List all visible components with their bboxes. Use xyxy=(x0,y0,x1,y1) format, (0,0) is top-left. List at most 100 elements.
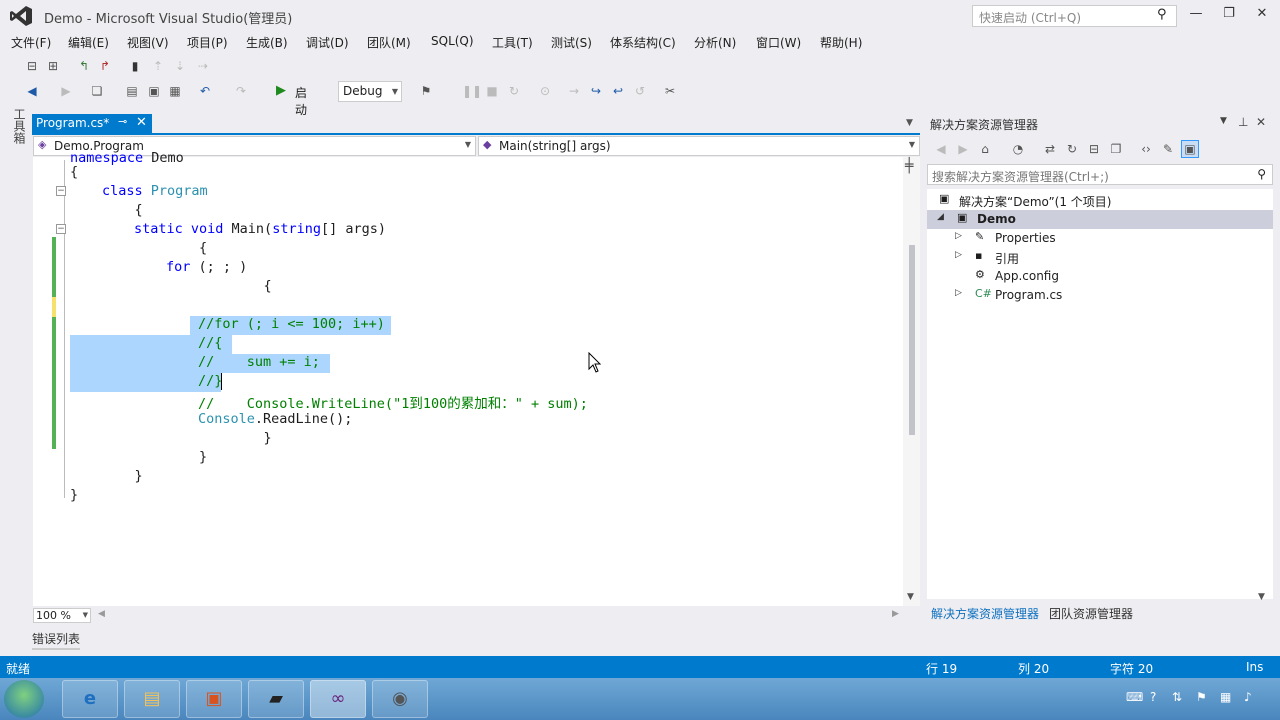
flag-icon[interactable]: ⚑ xyxy=(1196,690,1207,704)
undo-icon[interactable]: ↶ xyxy=(197,83,213,99)
sync-icon[interactable]: ⇄ xyxy=(1042,141,1058,157)
visual-studio-taskbar-icon[interactable]: ∞ xyxy=(310,680,366,718)
powerpoint-icon[interactable]: ▣ xyxy=(186,680,242,718)
close-icon[interactable]: ✕ xyxy=(136,115,147,130)
clear-bookmarks-icon[interactable]: ⇢ xyxy=(195,58,211,74)
close-window-button[interactable]: ✕ xyxy=(1252,6,1272,24)
menu-help[interactable]: 帮助(H) xyxy=(820,34,862,51)
tab-error-list[interactable]: 错误列表 xyxy=(32,630,80,647)
view-code-icon[interactable]: ‹› xyxy=(1138,141,1154,157)
tree-item-program-cs[interactable]: ▷ C# Program.cs xyxy=(927,286,1273,305)
search-icon[interactable]: ⚲ xyxy=(1157,7,1167,22)
zoom-level-select[interactable]: 100 % ▼ xyxy=(33,608,91,623)
save-icon[interactable]: ▣ xyxy=(146,83,162,99)
internet-explorer-icon[interactable]: e xyxy=(62,680,118,718)
pin-icon[interactable]: ⊸ xyxy=(118,115,127,128)
pending-changes-icon[interactable]: ◔ xyxy=(1010,141,1026,157)
menu-test[interactable]: 测试(S) xyxy=(551,34,592,51)
prev-bookmark-icon[interactable]: ⇡ xyxy=(150,58,166,74)
scroll-down-icon[interactable]: ▼ xyxy=(907,592,914,602)
restart-icon[interactable]: ↻ xyxy=(506,83,522,99)
menu-architecture[interactable]: 体系结构(C) xyxy=(610,34,676,51)
tree-item-properties[interactable]: ▷ ✎ Properties xyxy=(927,229,1273,248)
split-window-icon[interactable]: ╪ xyxy=(905,158,913,174)
breakpoints-icon[interactable]: ✂ xyxy=(662,83,678,99)
bookmark-icon[interactable]: ▮ xyxy=(127,58,143,74)
comment-icon[interactable]: ↰ xyxy=(76,58,92,74)
menu-tools[interactable]: 工具(T) xyxy=(492,34,533,51)
pin-icon[interactable]: ⊥ xyxy=(1238,115,1248,129)
quick-launch-input[interactable]: 快速启动 (Ctrl+Q) xyxy=(972,5,1177,27)
back-icon[interactable]: ◀ xyxy=(933,141,949,157)
panel-dropdown-icon[interactable]: ▼ xyxy=(1220,116,1227,126)
camtasia-icon[interactable]: ▰ xyxy=(248,680,304,718)
collapsed-arrow-icon[interactable]: ▷ xyxy=(955,250,962,260)
solution-search-input[interactable]: 搜索解决方案资源管理器(Ctrl+;) ⚲ xyxy=(927,164,1273,185)
search-icon[interactable]: ⚲ xyxy=(1257,167,1266,181)
show-next-statement-icon[interactable]: ⊙ xyxy=(537,83,553,99)
file-explorer-icon[interactable]: ▤ xyxy=(124,680,180,718)
refresh-icon[interactable]: ↺ xyxy=(632,83,648,99)
menu-view[interactable]: 视图(V) xyxy=(127,34,169,51)
menu-project[interactable]: 项目(P) xyxy=(187,34,228,51)
expanded-arrow-icon[interactable]: ◢ xyxy=(937,212,944,222)
menu-sql[interactable]: SQL(Q) xyxy=(431,34,474,48)
collapsed-arrow-icon[interactable]: ▷ xyxy=(955,231,962,241)
solution-configuration-select[interactable]: Debug ▼ xyxy=(338,81,402,102)
member-navigation-dropdown[interactable]: ◆ Main(string[] args) ▼ xyxy=(478,136,920,156)
format-icon[interactable]: ⊞ xyxy=(45,58,61,74)
new-project-icon[interactable]: ❏ xyxy=(89,83,105,99)
scroll-down-icon[interactable]: ▼ xyxy=(1258,592,1265,602)
tab-overflow-chevron-icon[interactable]: ▼ xyxy=(906,118,913,128)
step-into-icon[interactable]: → xyxy=(566,83,582,99)
tab-program-cs[interactable]: Program.cs* ⊸ ✕ xyxy=(32,114,152,133)
preview-icon[interactable]: ▣ xyxy=(1181,140,1199,158)
scrollbar-thumb[interactable] xyxy=(909,245,915,435)
refresh-icon[interactable]: ↻ xyxy=(1064,141,1080,157)
stop-icon[interactable]: ■ xyxy=(484,83,500,99)
menu-file[interactable]: 文件(F) xyxy=(11,34,51,51)
uncomment-icon[interactable]: ↱ xyxy=(97,58,113,74)
tree-item-project[interactable]: ◢ ▣ Demo xyxy=(927,210,1273,229)
tab-team-explorer[interactable]: 团队资源管理器 xyxy=(1049,605,1133,622)
help-icon[interactable]: ? xyxy=(1150,690,1156,704)
menu-debug[interactable]: 调试(D) xyxy=(306,34,349,51)
recorder-icon[interactable]: ◉ xyxy=(372,680,428,718)
menu-analyze[interactable]: 分析(N) xyxy=(694,34,736,51)
tree-item-references[interactable]: ▷ ▪ 引用 xyxy=(927,248,1273,267)
menu-team[interactable]: 团队(M) xyxy=(367,34,411,51)
minimize-button[interactable]: — xyxy=(1186,6,1206,24)
maximize-button[interactable]: ❐ xyxy=(1219,6,1239,24)
windows-start-icon[interactable] xyxy=(4,680,44,718)
menu-build[interactable]: 生成(B) xyxy=(246,34,288,51)
step-over-icon[interactable]: ↪ xyxy=(588,83,604,99)
forward-icon[interactable]: ▶ xyxy=(58,83,74,99)
scroll-left-icon[interactable]: ◀ xyxy=(98,609,105,619)
collapsed-arrow-icon[interactable]: ▷ xyxy=(955,288,962,298)
forward-icon[interactable]: ▶ xyxy=(955,141,971,157)
tree-item-solution[interactable]: ▣ 解决方案“Demo”(1 个项目) xyxy=(927,191,1273,210)
toolbox-strip[interactable]: 工具箱 xyxy=(8,108,28,158)
scroll-right-icon[interactable]: ▶ xyxy=(892,609,899,619)
next-bookmark-icon[interactable]: ⇣ xyxy=(172,58,188,74)
properties-icon[interactable]: ✎ xyxy=(1160,141,1176,157)
close-icon[interactable]: ✕ xyxy=(1256,115,1266,129)
menu-edit[interactable]: 编辑(E) xyxy=(68,34,109,51)
tab-solution-explorer[interactable]: 解决方案资源管理器 xyxy=(931,605,1039,622)
collapse-icon[interactable]: − xyxy=(56,224,66,234)
network-icon[interactable]: ▦ xyxy=(1220,690,1231,704)
volume-icon[interactable]: ♪ xyxy=(1244,690,1252,704)
align-icon[interactable]: ⊟ xyxy=(24,58,40,74)
redo-icon[interactable]: ↷ xyxy=(233,83,249,99)
step-out-icon[interactable]: ↩ xyxy=(610,83,626,99)
open-file-icon[interactable]: ▤ xyxy=(124,83,140,99)
pause-icon[interactable]: ❚❚ xyxy=(462,83,482,99)
collapse-all-icon[interactable]: ⊟ xyxy=(1086,141,1102,157)
attach-process-icon[interactable]: ⚑ xyxy=(418,83,434,99)
back-icon[interactable]: ◀ xyxy=(24,83,40,99)
editor-vertical-scrollbar[interactable] xyxy=(903,157,920,606)
show-all-files-icon[interactable]: ❐ xyxy=(1108,141,1124,157)
keyboard-icon[interactable]: ⌨ xyxy=(1126,690,1143,704)
tree-item-app-config[interactable]: ⚙ App.config xyxy=(927,267,1273,286)
menu-window[interactable]: 窗口(W) xyxy=(756,34,801,51)
